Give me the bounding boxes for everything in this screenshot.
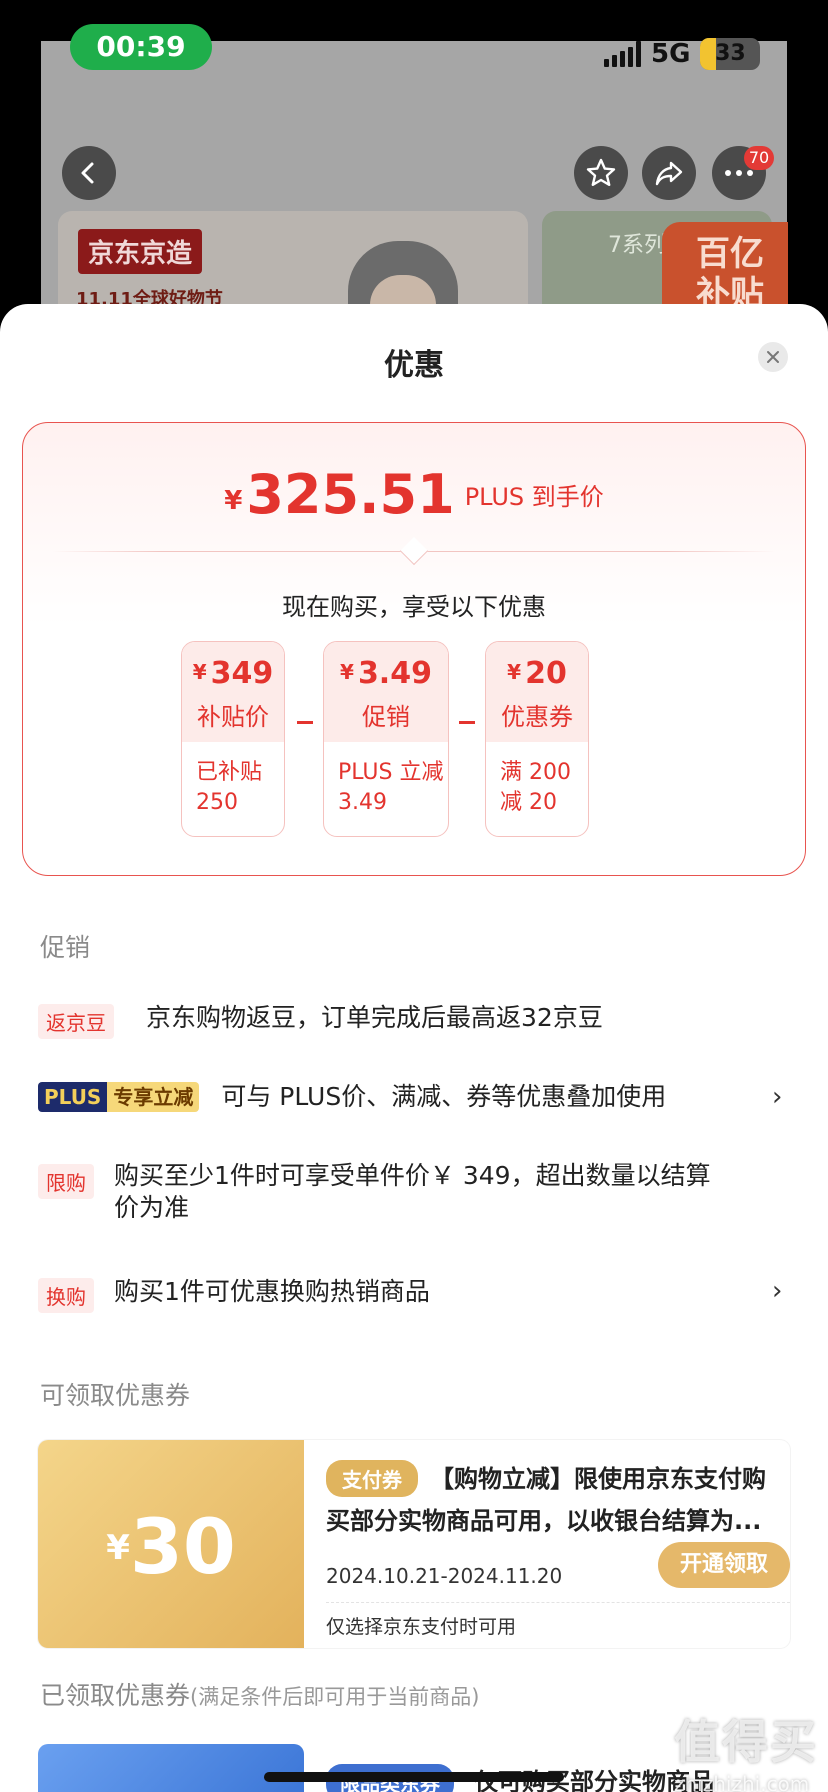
back-icon (81, 162, 94, 184)
chevron-right-icon[interactable]: › (772, 1276, 782, 1306)
card-desc-line2: 3.49 (338, 790, 387, 815)
minus-sign (459, 721, 475, 724)
share-button[interactable] (642, 146, 696, 200)
plus-tag: PLUS 专享立减 (38, 1082, 200, 1112)
series-label: 7系列 (608, 233, 666, 258)
coupon-amount: 30 (129, 1502, 236, 1591)
claimed-coupons-heading: 已领取优惠券(满足条件后即可用于当前商品) (40, 1676, 479, 1712)
signal-icon (604, 41, 641, 67)
card-desc-line1: PLUS 立减 (338, 760, 444, 785)
price-amount: 325.51 (246, 463, 455, 526)
star-icon (586, 158, 616, 186)
brand-label: 京东京造 (78, 229, 203, 274)
more-icon (725, 170, 753, 176)
final-price: ¥325.51 PLUS 到手价 (23, 463, 805, 526)
plus-tag-sub: 专享立减 (107, 1082, 200, 1112)
network-type: 5G (651, 39, 691, 69)
card-currency: ¥ (507, 660, 522, 684)
status-time: 00:39 (70, 24, 212, 70)
sheet-title: 优惠 (384, 348, 444, 383)
favorite-button[interactable] (574, 146, 628, 200)
close-icon (767, 351, 779, 363)
watermark: 值得买 zhizhizhi.com (674, 1706, 818, 1792)
claimed-coupon-value-panel (38, 1744, 304, 1792)
card-desc-line1: 已补贴 (196, 760, 263, 785)
divider-notch (399, 536, 429, 566)
promo-text: 可与 PLUS价、满减、券等优惠叠加使用 (221, 1082, 667, 1111)
discount-sheet: 优惠 ¥325.51 PLUS 到手价 现在购买，享受以下优惠 ¥349 补贴价 … (0, 304, 828, 1792)
claimed-subheading: (满足条件后即可用于当前商品) (190, 1685, 480, 1709)
watermark-site: zhizhizhi.com (674, 1772, 810, 1792)
coupon-note: 仅选择京东支付时可用 (326, 1616, 517, 1638)
share-icon (655, 161, 683, 186)
coupon-card: ¥30 【购物立减】限使用京东支付购买部分实物商品可用，以收银台结算为... 支… (38, 1440, 790, 1648)
card-label: 促销 (362, 703, 410, 731)
price-card-subsidy: ¥349 补贴价 已补贴 250 (181, 641, 285, 837)
promo-item-limit: 限购 购买至少1件时可享受单件价￥ 349，超出数量以结算价为准 (38, 1161, 758, 1224)
promo-text: 购买1件可优惠换购热销商品 (114, 1277, 430, 1306)
card-desc-line1: 满 200 (500, 760, 571, 785)
promo-item-plus[interactable]: PLUS 专享立减 可与 PLUS价、满减、券等优惠叠加使用 (38, 1082, 790, 1113)
back-button[interactable] (62, 146, 116, 200)
promo-item-beans: 返京豆 京东购物返豆，订单完成后最高返32京豆 (38, 1003, 603, 1039)
claimed-heading-text: 已领取优惠券 (40, 1681, 191, 1710)
notification-badge: 70 (744, 146, 774, 170)
price-tag: PLUS 到手价 (464, 483, 604, 511)
price-card-coupon: ¥20 优惠券 满 200 减 20 (485, 641, 589, 837)
card-desc-line2: 减 20 (500, 790, 557, 815)
minus-sign (297, 721, 313, 724)
battery-icon: 33 (700, 38, 761, 70)
home-indicator[interactable] (264, 1772, 564, 1782)
available-coupons-heading: 可领取优惠券 (40, 1381, 191, 1410)
promo-tag: 限购 (38, 1164, 94, 1199)
watermark-text: 值得买 (674, 1715, 818, 1769)
status-indicators: 5G 33 (604, 36, 761, 72)
promo-text: 购买至少1件时可享受单件价￥ 349，超出数量以结算价为准 (114, 1161, 711, 1222)
claim-coupon-button[interactable]: 开通领取 (658, 1542, 790, 1588)
card-currency: ¥ (192, 660, 207, 684)
enjoy-text: 现在购买，享受以下优惠 (282, 593, 546, 621)
chevron-right-icon[interactable]: › (772, 1082, 782, 1112)
coupon-divider (326, 1602, 790, 1603)
price-summary-card: ¥325.51 PLUS 到手价 现在购买，享受以下优惠 ¥349 补贴价 已补贴… (22, 422, 806, 876)
card-value: 3.49 (357, 656, 432, 691)
promo-tag: 换购 (38, 1278, 94, 1313)
card-value: 20 (525, 656, 567, 691)
plus-tag-label: PLUS (38, 1082, 108, 1112)
promo-text: 京东购物返豆，订单完成后最高返32京豆 (146, 1003, 603, 1032)
price-currency: ¥ (224, 486, 243, 516)
coupon-currency: ¥ (106, 1528, 130, 1568)
promotions-heading: 促销 (40, 933, 91, 962)
app-root: 京东京造 11.11全球好物节 7系列 百亿补贴 00:39 5G 33 70 … (0, 0, 828, 1792)
promo-item-exchange[interactable]: 换购 购买1件可优惠换购热销商品 (38, 1277, 790, 1313)
battery-level: 33 (715, 41, 746, 66)
card-desc-line2: 250 (196, 790, 238, 815)
coupon-date-range: 2024.10.21-2024.11.20 (326, 1564, 563, 1588)
card-label: 优惠券 (501, 703, 573, 731)
card-label: 补贴价 (197, 703, 269, 731)
price-card-promo: ¥3.49 促销 PLUS 立减 3.49 (323, 641, 449, 837)
promo-tag: 返京豆 (38, 1004, 114, 1039)
coupon-value-panel: ¥30 (38, 1440, 304, 1648)
card-currency: ¥ (340, 660, 354, 684)
card-value: 349 (210, 656, 274, 691)
coupon-badge: 支付券 (326, 1460, 418, 1497)
close-button[interactable] (758, 342, 788, 372)
